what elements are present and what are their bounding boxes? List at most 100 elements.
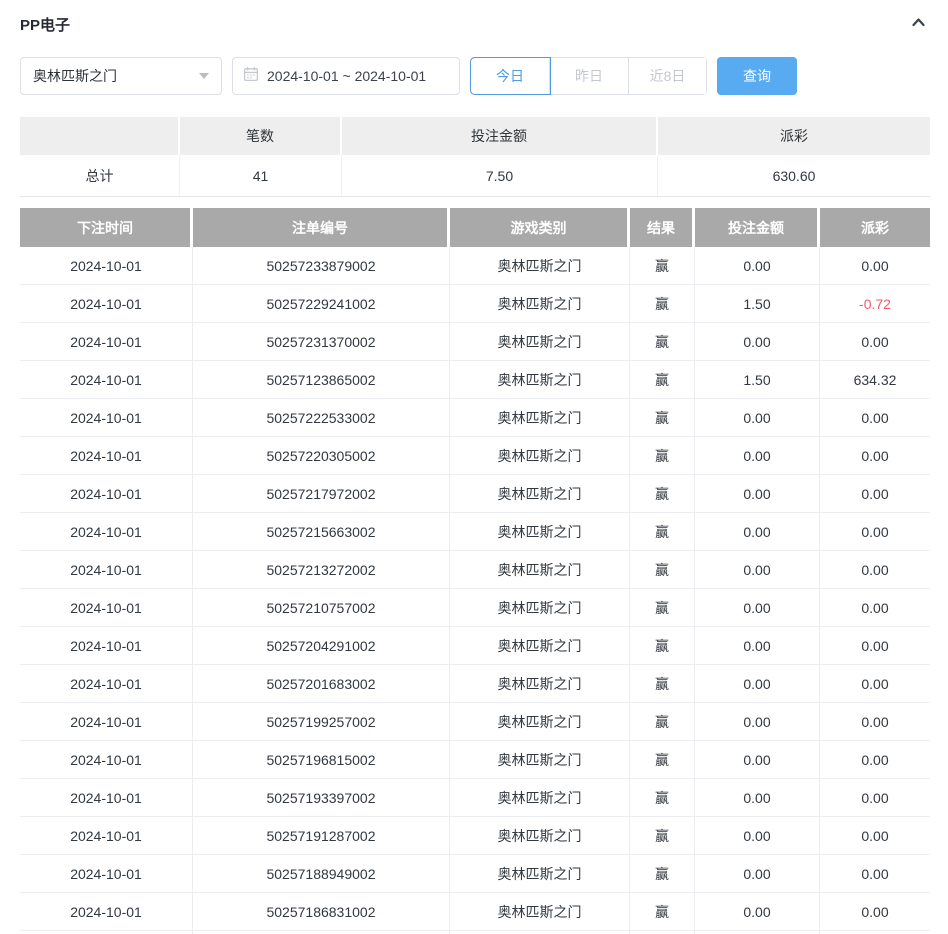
game-category-cell: 奥林匹斯之门: [450, 893, 630, 930]
bet-amount-cell: 0.00: [695, 475, 820, 512]
bet-time-cell: 2024-10-01: [20, 247, 193, 284]
bet-amount-cell: 0.00: [695, 513, 820, 550]
result-cell: 赢: [630, 247, 695, 284]
payout-cell: -0.72: [859, 295, 891, 312]
bet-time-cell: 2024-10-01: [20, 817, 193, 854]
bet-time-cell: 2024-10-01: [20, 703, 193, 740]
bet-amount-cell: 0.00: [695, 817, 820, 854]
payout-cell: 0.00: [861, 523, 889, 540]
result-cell: 赢: [630, 779, 695, 816]
payout-cell: 0.00: [861, 713, 889, 730]
payout-cell: 0.00: [861, 409, 889, 426]
summary-total-cell: 630.60: [772, 167, 816, 184]
game-category-cell: 奥林匹斯之门: [450, 665, 630, 702]
payout-cell: 0.00: [861, 903, 889, 920]
date-range-input[interactable]: 2024-10-01 ~ 2024-10-01: [232, 57, 460, 95]
bet-time-cell: 2024-10-01: [20, 323, 193, 360]
summary-col-header: 派彩: [658, 117, 930, 155]
bet-id-cell: 50257217972002: [193, 475, 450, 512]
bet-time-cell: 2024-10-01: [20, 779, 193, 816]
table-row: 2024-10-01 50257215663002 奥林匹斯之门赢 0.00 0.00: [20, 513, 930, 551]
summary-table: 笔数 投注金额 派彩 总计 41 7.50 630.60: [20, 117, 930, 197]
table-row: 2024-10-01 50257191287002 奥林匹斯之门赢 0.00 0.00: [20, 817, 930, 855]
quick-range-group: 今日 昨日 近8日: [470, 57, 707, 95]
result-cell: 赢: [630, 399, 695, 436]
result-cell: 赢: [630, 475, 695, 512]
game-select[interactable]: 奥林匹斯之门: [20, 57, 222, 95]
game-category-cell: 奥林匹斯之门: [450, 475, 630, 512]
bet-table-header: 下注时间 注单编号 游戏类别 结果 投注金额 派彩: [20, 208, 930, 247]
table-row: 2024-10-01 50257186831002 奥林匹斯之门赢 0.00 0.00: [20, 893, 930, 931]
collapse-button[interactable]: [906, 14, 930, 34]
payout-cell: 0.00: [861, 789, 889, 806]
table-row: 2024-10-01 50257201683002 奥林匹斯之门赢 0.00 0.00: [20, 665, 930, 703]
table-row: 2024-10-01 50257231370002 奥林匹斯之门赢 0.00 0.00: [20, 323, 930, 361]
table-row: 2024-10-01 50257222533002 奥林匹斯之门赢 0.00 0.00: [20, 399, 930, 437]
table-col-header: 派彩: [820, 208, 930, 247]
table-row: 2024-10-01 50257123865002 奥林匹斯之门赢 1.50 634.3…: [20, 361, 930, 399]
query-button[interactable]: 查询: [717, 57, 797, 95]
bet-amount-cell: 0.00: [695, 323, 820, 360]
bet-amount-cell: 0.00: [695, 589, 820, 626]
bet-time-cell: 2024-10-01: [20, 589, 193, 626]
quick-range-button[interactable]: 今日: [470, 57, 551, 95]
game-category-cell: 奥林匹斯之门: [450, 589, 630, 626]
payout-cell: 0.00: [861, 637, 889, 654]
bet-amount-cell: 0.00: [695, 399, 820, 436]
game-category-cell: 奥林匹斯之门: [450, 551, 630, 588]
bet-time-cell: 2024-10-01: [20, 665, 193, 702]
payout-cell: 0.00: [861, 485, 889, 502]
summary-total-cell: 41: [180, 155, 342, 196]
payout-cell: 634.32: [853, 371, 897, 388]
summary-col-header: 投注金额: [342, 117, 658, 155]
result-cell: 赢: [630, 665, 695, 702]
summary-total-cell: 7.50: [342, 155, 658, 196]
game-category-cell: 奥林匹斯之门: [450, 323, 630, 360]
bet-time-cell: 2024-10-01: [20, 627, 193, 664]
bet-time-cell: 2024-10-01: [20, 361, 193, 398]
bet-id-cell: 50257201683002: [193, 665, 450, 702]
result-cell: 赢: [630, 361, 695, 398]
result-cell: 赢: [630, 855, 695, 892]
result-cell: 赢: [630, 893, 695, 930]
bet-id-cell: 50257186831002: [193, 893, 450, 930]
bet-id-cell: 50257193397002: [193, 779, 450, 816]
quick-range-button[interactable]: 昨日: [550, 58, 629, 94]
summary-col-header: [20, 117, 180, 155]
result-cell: 赢: [630, 323, 695, 360]
bet-time-cell: 2024-10-01: [20, 855, 193, 892]
game-category-cell: 奥林匹斯之门: [450, 703, 630, 740]
table-row: 2024-10-01 50257210757002 奥林匹斯之门赢 0.00 0.00: [20, 589, 930, 627]
bet-id-cell: 50257231370002: [193, 323, 450, 360]
payout-cell: 0.00: [861, 827, 889, 844]
table-row: 2024-10-01 50257229241002 奥林匹斯之门赢 1.50 -0.72: [20, 285, 930, 323]
bet-time-cell: 2024-10-01: [20, 551, 193, 588]
bet-amount-cell: 0.00: [695, 779, 820, 816]
game-category-cell: 奥林匹斯之门: [450, 247, 630, 284]
pp-games-panel: PP电子 奥林匹斯之门 2024-10-01 ~ 2024-10-01 今日 昨…: [0, 0, 948, 934]
table-row: 2024-10-01 50257220305002 奥林匹斯之门赢 0.00 0.00: [20, 437, 930, 475]
panel-header: PP电子: [20, 14, 930, 34]
bet-id-cell: 50257199257002: [193, 703, 450, 740]
bet-id-cell: 50257210757002: [193, 589, 450, 626]
panel-title: PP电子: [20, 16, 71, 34]
bet-amount-cell: 0.00: [695, 665, 820, 702]
game-category-cell: 奥林匹斯之门: [450, 361, 630, 398]
result-cell: 赢: [630, 703, 695, 740]
result-cell: 赢: [630, 437, 695, 474]
bet-table-body: 2024-10-01 50257233879002 奥林匹斯之门赢 0.00 0.00 2…: [20, 247, 930, 931]
bet-id-cell: 50257229241002: [193, 285, 450, 322]
payout-cell: 0.00: [861, 599, 889, 616]
bet-time-cell: 2024-10-01: [20, 475, 193, 512]
bet-amount-cell: 0.00: [695, 741, 820, 778]
result-cell: 赢: [630, 589, 695, 626]
bet-amount-cell: 0.00: [695, 627, 820, 664]
table-col-header: 游戏类别: [450, 208, 630, 247]
quick-range-button[interactable]: 近8日: [629, 58, 706, 94]
table-col-header: 注单编号: [193, 208, 450, 247]
bet-id-cell: 50257213272002: [193, 551, 450, 588]
summary-total-row: 总计 41 7.50 630.60: [20, 155, 930, 197]
payout-cell: 0.00: [861, 561, 889, 578]
table-col-header: 结果: [630, 208, 695, 247]
game-category-cell: 奥林匹斯之门: [450, 513, 630, 550]
